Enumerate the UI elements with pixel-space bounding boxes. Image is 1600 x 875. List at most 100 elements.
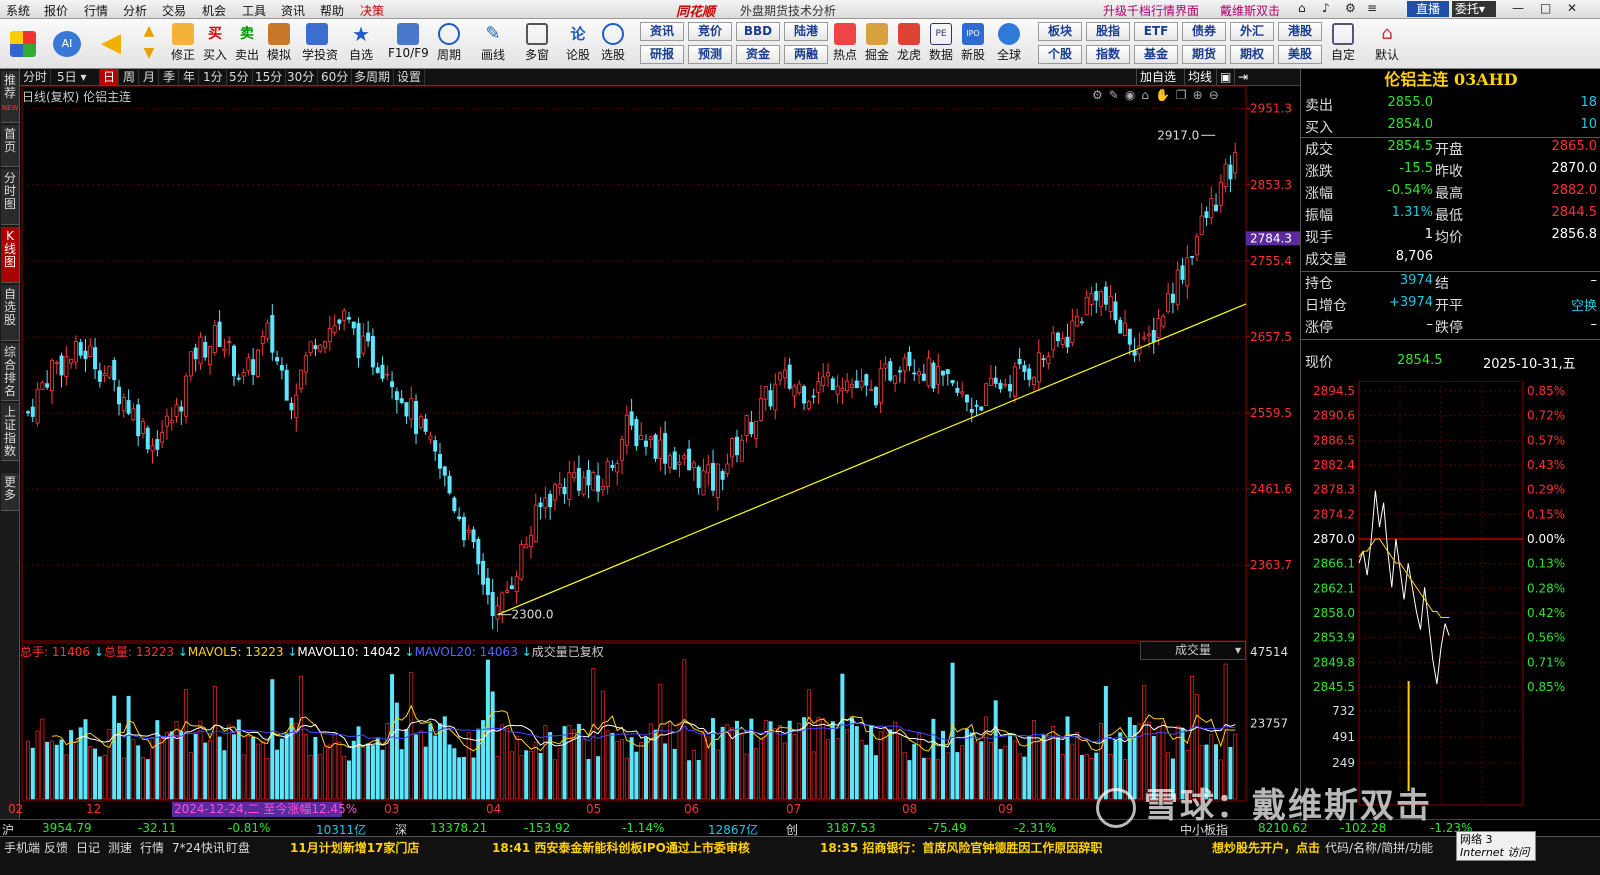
maximize-icon[interactable]: □ <box>1540 1 1551 15</box>
us-stock-button[interactable]: 美股 <box>1278 45 1322 64</box>
period-quarter[interactable]: 季 <box>160 69 180 85</box>
sell-button[interactable]: 卖卖出 <box>232 21 262 67</box>
single-stock-button[interactable]: 个股 <box>1038 45 1082 64</box>
margin-button[interactable]: 两融 <box>784 45 828 64</box>
gear-icon[interactable]: ⚙ <box>1345 1 1356 15</box>
feedback-link[interactable]: 反馈 <box>44 839 68 856</box>
menu-system[interactable]: 系统 <box>6 2 30 19</box>
fund-button[interactable]: 基金 <box>1134 45 1178 64</box>
ipo-button[interactable]: IPO 新股 <box>958 21 988 67</box>
intraday-chart[interactable]: 2894.5 0.85% 2890.6 0.72% 2886.5 0.57% 2882.4 0… <box>1301 381 1600 811</box>
menu-market[interactable]: 行情 <box>84 2 108 19</box>
period-5min[interactable]: 5分 <box>226 69 253 85</box>
bond-button[interactable]: 债券 <box>1182 22 1226 41</box>
news-ticker-3[interactable]: 18:35 招商银行：首席风险官钟德胜因工作原因辞职 <box>820 839 1102 856</box>
dragon-tiger-button[interactable]: 龙虎 <box>894 21 924 67</box>
news-724-link[interactable]: 7*24快讯 <box>172 839 225 856</box>
bell-icon[interactable]: ♪ <box>1322 1 1330 15</box>
research-button[interactable]: 研报 <box>640 45 684 64</box>
menu-help[interactable]: 帮助 <box>320 2 344 19</box>
forum-button[interactable]: 论论股 <box>563 21 593 67</box>
menu-decision[interactable]: 决策 <box>360 2 384 19</box>
forecast-button[interactable]: 预测 <box>688 45 732 64</box>
period-multi[interactable]: 多周期 <box>351 69 395 85</box>
open-account-link[interactable]: 想炒股先开户，点击 <box>1212 839 1320 856</box>
sz-index[interactable]: 13378.21 <box>430 821 487 835</box>
news-ticker-2[interactable]: 18:41 西安泰金新能科创板IPO通过上市委审核 <box>492 839 750 856</box>
back-button[interactable]: ◀ <box>96 21 126 67</box>
etf-button[interactable]: ETF <box>1134 22 1178 41</box>
speedtest-link[interactable]: 测速 <box>108 839 132 856</box>
sector-button[interactable]: 板块 <box>1038 22 1082 41</box>
add-watchlist-button[interactable]: 加自选 <box>1136 69 1179 85</box>
hk-connect-button[interactable]: 陆港 <box>784 22 828 41</box>
mobile-link[interactable]: 手机端 <box>4 839 40 856</box>
period-60min[interactable]: 60分 <box>318 69 353 85</box>
close-icon[interactable]: ✕ <box>1567 1 1577 15</box>
menu-analysis[interactable]: 分析 <box>123 2 147 19</box>
buy-button[interactable]: 买买入 <box>200 21 230 67</box>
cy-index[interactable]: 3187.53 <box>826 821 876 835</box>
index-futures-button[interactable]: 股指 <box>1086 22 1130 41</box>
kline-chart[interactable]: 2917.0 2300.0 2951.3 2853.3 2784.3 2755.4 265… <box>0 86 1300 819</box>
learn-button[interactable]: 学投资 <box>302 21 338 67</box>
market-link[interactable]: 行情 <box>140 839 164 856</box>
indicator-selector[interactable]: 成交量 ▾ <box>1140 641 1246 660</box>
news-button[interactable]: 资讯 <box>640 22 684 41</box>
hotspot-button[interactable]: 热点 <box>830 21 860 67</box>
news-ticker-1[interactable]: 11月计划新增17家门店 <box>290 839 419 856</box>
menu-quote[interactable]: 报价 <box>44 2 68 19</box>
period-day[interactable]: 日 <box>100 69 120 85</box>
ai-button[interactable]: AI <box>52 21 82 67</box>
period-30min[interactable]: 30分 <box>284 69 319 85</box>
window-toggle-icon[interactable]: ▣ <box>1216 69 1234 85</box>
simulate-button[interactable]: 模拟 <box>264 21 294 67</box>
dig-button[interactable]: 掘金 <box>862 21 892 67</box>
period-button[interactable]: 周期 <box>434 21 464 67</box>
watch-link[interactable]: 盯盘 <box>226 839 250 856</box>
period-settings[interactable]: 设置 <box>394 69 426 85</box>
period-5day[interactable]: 5日 ▾ <box>54 69 100 85</box>
ma-button[interactable]: 均线 <box>1184 69 1215 85</box>
custom-button[interactable]: 自定 <box>1328 21 1358 67</box>
period-15min[interactable]: 15分 <box>252 69 287 85</box>
index-button[interactable]: 指数 <box>1086 45 1130 64</box>
period-week[interactable]: 周 <box>120 69 140 85</box>
entrust-button[interactable]: 委托▾ <box>1452 1 1496 17</box>
f10-button[interactable]: F10/F9 <box>388 21 429 67</box>
default-button[interactable]: ⌂ 默认 <box>1372 21 1402 67</box>
forex-button[interactable]: 外汇 <box>1230 22 1274 41</box>
period-intraday[interactable]: 分时 <box>20 69 52 85</box>
sh-index[interactable]: 3954.79 <box>42 821 92 835</box>
multi-window-button[interactable]: 多窗 <box>522 21 552 67</box>
futures-button[interactable]: 期货 <box>1182 45 1226 64</box>
search-code-input[interactable]: 代码/名称/简拼/功能 <box>1325 839 1433 856</box>
layout-button[interactable] <box>8 21 38 67</box>
period-1min[interactable]: 1分 <box>200 69 227 85</box>
user-name-link[interactable]: 戴维斯双击 <box>1220 2 1280 19</box>
options-button[interactable]: 期权 <box>1230 45 1274 64</box>
stock-picker-button[interactable]: 选股 <box>598 21 628 67</box>
auction-button[interactable]: 竞价 <box>688 22 732 41</box>
funds-button[interactable]: 资金 <box>736 45 780 64</box>
period-year[interactable]: 年 <box>180 69 200 85</box>
diary-link[interactable]: 日记 <box>76 839 100 856</box>
draw-line-button[interactable]: ✎ 画线 <box>478 21 508 67</box>
data-button[interactable]: PE 数据 <box>926 21 956 67</box>
menu-news[interactable]: 资讯 <box>281 2 305 19</box>
bbd-button[interactable]: BBD <box>736 22 780 41</box>
menu-opportunity[interactable]: 机会 <box>202 2 226 19</box>
home-icon[interactable]: ⌂ <box>1298 1 1306 15</box>
exit-icon[interactable]: ⇥ <box>1234 69 1251 85</box>
correct-button[interactable]: 修正 <box>168 21 198 67</box>
menu-icon[interactable]: ≡ <box>1367 1 1377 15</box>
global-button[interactable]: 全球 <box>994 21 1024 67</box>
up-down-button[interactable]: ▲ ▼ <box>136 21 162 67</box>
period-month[interactable]: 月 <box>140 69 160 85</box>
menu-trade[interactable]: 交易 <box>162 2 186 19</box>
minimize-icon[interactable]: — <box>1512 1 1524 15</box>
live-button[interactable]: 直播 <box>1407 1 1449 17</box>
hk-stock-button[interactable]: 港股 <box>1278 22 1322 41</box>
watchlist-button[interactable]: ★ 自选 <box>346 21 376 67</box>
upgrade-link[interactable]: 升级千档行情界面 <box>1103 2 1199 19</box>
